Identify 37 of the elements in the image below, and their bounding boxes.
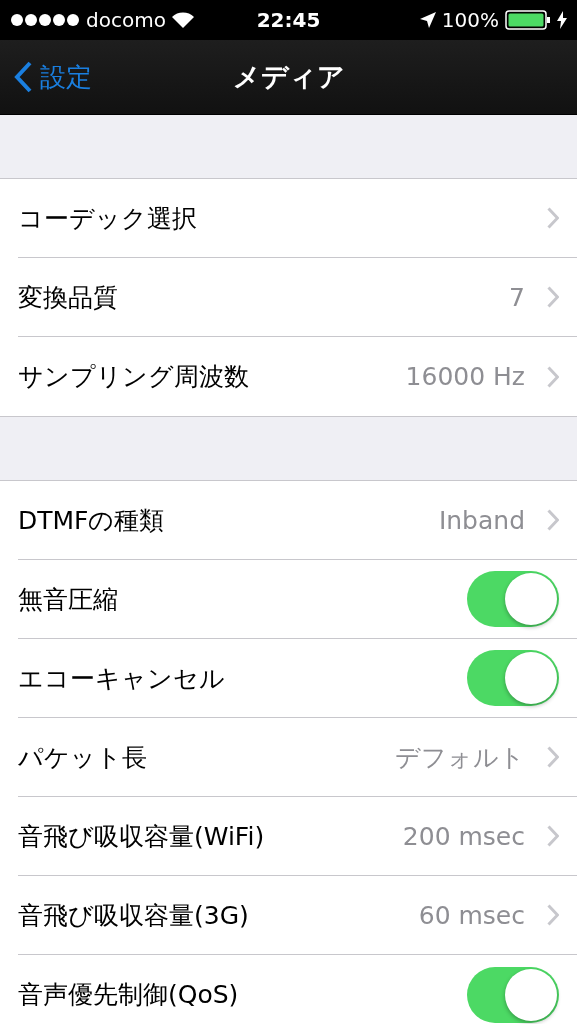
back-button[interactable]: 設定: [0, 52, 100, 102]
setting-value: 16000 Hz: [405, 362, 525, 391]
setting-label: 音声優先制御(QoS): [18, 979, 240, 1011]
chevron-right-icon[interactable]: [547, 746, 559, 768]
chevron-left-icon: [14, 61, 32, 93]
toggle-switch[interactable]: [467, 650, 559, 706]
setting-label: 変換品質: [18, 281, 119, 314]
location-arrow-icon: [419, 12, 436, 28]
wifi-icon: [171, 12, 194, 28]
setting-value: デフォルト: [395, 741, 525, 774]
setting-value: Inband: [438, 505, 525, 535]
setting-label: 音飛び吸収容量(3G): [18, 899, 250, 932]
chevron-right-icon[interactable]: [547, 904, 559, 926]
toggle-switch[interactable]: [467, 966, 559, 1023]
setting-value: 60 msec: [418, 900, 525, 930]
setting-label: コーデック選択: [18, 202, 198, 235]
chevron-right-icon[interactable]: [547, 509, 559, 531]
charging-bolt-icon: [557, 11, 567, 29]
setting-label: エコーキャンセル: [18, 662, 226, 695]
chevron-right-icon[interactable]: [547, 365, 559, 388]
battery-percent: 100%: [441, 8, 499, 32]
chevron-right-icon[interactable]: [547, 825, 559, 847]
chevron-right-icon[interactable]: [547, 207, 559, 229]
signal-icon: [10, 13, 80, 27]
setting-value: 200 msec: [402, 821, 525, 851]
chevron-right-icon[interactable]: [547, 286, 559, 308]
carrier-name: docomo: [86, 8, 166, 32]
screen-title: メディア: [232, 61, 345, 92]
toggle-switch[interactable]: [467, 571, 559, 627]
setting-label: DTMFの種類: [18, 504, 166, 537]
setting-label: サンプリング周波数: [18, 361, 250, 393]
setting-label: パケット長: [18, 741, 148, 774]
setting-label: 音飛び吸収容量(WiFi): [18, 820, 266, 853]
setting-value: 7: [509, 282, 525, 312]
setting-label: 無音圧縮: [18, 583, 119, 616]
clock-time: 22:45: [256, 8, 321, 32]
battery-icon: [505, 10, 551, 30]
